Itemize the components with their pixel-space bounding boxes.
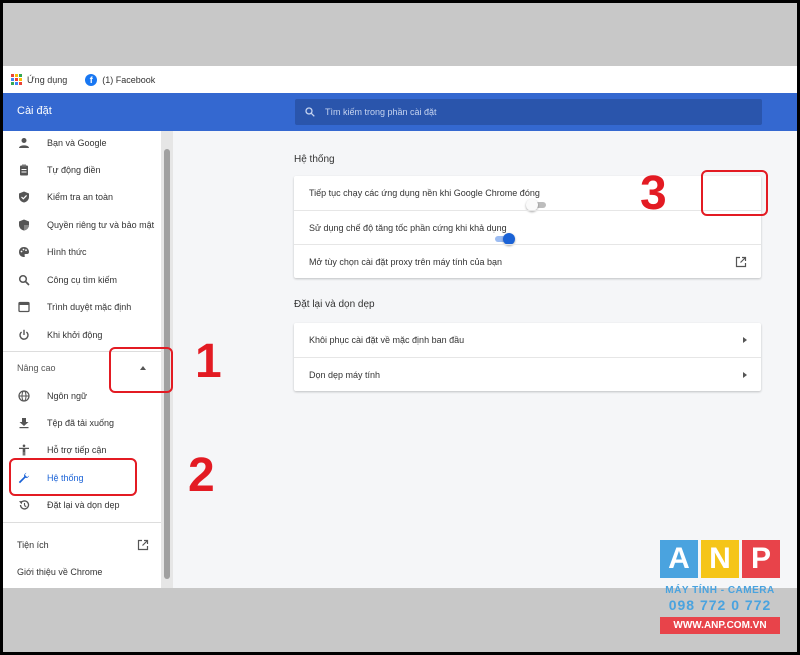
row-background-apps[interactable]: Tiếp tục chạy các ứng dụng nền khi Googl…	[294, 176, 761, 211]
apps-dot	[11, 74, 14, 77]
logo-website: WWW.ANP.COM.VN	[660, 617, 780, 634]
row-label: Tiếp tục chạy các ứng dụng nền khi Googl…	[309, 188, 540, 198]
bookmark-apps-label: Ứng dụng	[27, 74, 68, 85]
sidebar-item-label: Hỗ trợ tiếp cận	[47, 445, 107, 455]
sidebar-item-privacy[interactable]: Quyền riêng tư và bảo mật	[3, 212, 161, 238]
sidebar-item-label: Hình thức	[47, 247, 87, 257]
sidebar-item-default-browser[interactable]: Trình duyệt mặc định	[3, 294, 161, 320]
bookmark-facebook[interactable]: f (1) Facebook	[85, 73, 156, 86]
external-link-icon[interactable]	[735, 256, 747, 268]
row-cleanup-computer[interactable]: Dọn dẹp máy tính	[294, 357, 761, 391]
hardware-acceleration-toggle[interactable]	[493, 233, 515, 245]
sidebar-item-label: Tệp đã tải xuống	[47, 418, 115, 428]
external-link-icon	[137, 539, 149, 551]
page-title: Cài đặt	[17, 105, 52, 117]
sidebar-item-label: Khi khởi động	[47, 330, 103, 340]
sidebar-about-label: Giới thiệu về Chrome	[17, 567, 103, 577]
download-icon	[17, 416, 31, 430]
row-label: Dọn dẹp máy tính	[309, 369, 381, 380]
shield-check-icon	[17, 190, 31, 204]
row-restore-defaults[interactable]: Khôi phục cài đặt về mặc định ban đầu	[294, 323, 761, 357]
search-placeholder: Tìm kiếm trong phần cài đặt	[325, 107, 437, 117]
logo-letter-p: P	[742, 540, 780, 578]
apps-dot	[15, 78, 18, 81]
sidebar-advanced-label: Nâng cao	[17, 363, 56, 373]
sidebar-item-on-startup[interactable]: Khi khởi động	[3, 322, 161, 348]
shield-lock-icon	[17, 218, 31, 232]
sidebar-item-autofill[interactable]: Tự động điền	[3, 157, 161, 183]
apps-dot	[15, 82, 18, 85]
power-icon	[17, 328, 31, 342]
sidebar-item-label: Quyền riêng tư và bảo mật	[47, 220, 155, 230]
sidebar-item-extensions[interactable]: Tiện ích	[3, 532, 161, 558]
browser-icon	[17, 300, 31, 314]
annotation-box-2	[9, 458, 137, 496]
anp-logo: A N P	[660, 540, 780, 578]
system-section-title: Hệ thống	[294, 154, 335, 165]
search-icon	[305, 107, 315, 117]
clipboard-icon	[17, 163, 31, 177]
restore-icon	[17, 498, 31, 512]
apps-dot	[15, 74, 18, 77]
annotation-number-3: 3	[640, 167, 667, 220]
annotation-number-1: 1	[195, 335, 222, 388]
sidebar-item-label: Bạn và Google	[47, 138, 107, 148]
system-card: Tiếp tục chạy các ứng dụng nền khi Googl…	[294, 176, 761, 278]
apps-grid-icon	[11, 74, 22, 85]
apps-dot	[19, 82, 22, 85]
person-icon	[17, 136, 31, 150]
facebook-icon: f	[85, 73, 98, 86]
sidebar-item-appearance[interactable]: Hình thức	[3, 239, 161, 265]
reset-card: Khôi phục cài đặt về mặc định ban đầu Dọ…	[294, 323, 761, 391]
sidebar-item-label: Công cụ tìm kiếm	[47, 275, 118, 285]
accessibility-icon	[17, 443, 31, 457]
row-label: Mở tùy chọn cài đặt proxy trên máy tính …	[309, 256, 502, 267]
logo-letter-a: A	[660, 540, 698, 578]
bookmark-facebook-label: (1) Facebook	[102, 74, 156, 85]
row-label: Khôi phục cài đặt về mặc định ban đầu	[309, 335, 465, 345]
row-label: Sử dụng chế độ tăng tốc phần cứng khi kh…	[309, 222, 507, 233]
search-icon	[17, 273, 31, 287]
settings-search-input[interactable]: Tìm kiếm trong phần cài đặt	[295, 99, 762, 125]
row-proxy-settings[interactable]: Mở tùy chọn cài đặt proxy trên máy tính …	[294, 244, 761, 278]
sidebar-item-you-and-google[interactable]: Bạn và Google	[3, 130, 161, 156]
logo-letter-n: N	[701, 540, 739, 578]
apps-dot	[19, 74, 22, 77]
annotation-number-2: 2	[188, 449, 215, 502]
logo-tagline: MÁY TÍNH - CAMERA	[665, 585, 775, 596]
apps-dot	[19, 78, 22, 81]
sidebar-extensions-label: Tiện ích	[17, 540, 49, 550]
reset-section-title: Đặt lại và dọn dẹp	[294, 299, 375, 310]
chevron-right-icon	[743, 337, 747, 343]
apps-dot	[11, 82, 14, 85]
logo-phone: 098 772 0 772	[668, 597, 772, 613]
sidebar-item-label: Tự động điền	[47, 165, 101, 175]
bookmarks-bar: Ứng dụng f (1) Facebook	[3, 66, 797, 93]
apps-dot	[11, 78, 14, 81]
chevron-right-icon	[743, 371, 747, 378]
sidebar-item-search-engine[interactable]: Công cụ tìm kiếm	[3, 267, 161, 293]
annotation-box-3	[701, 170, 768, 216]
background-apps-toggle[interactable]	[525, 199, 548, 211]
globe-icon	[17, 389, 31, 403]
settings-header: Cài đặt Tìm kiếm trong phần cài đặt	[3, 93, 797, 131]
sidebar-item-label: Đặt lại và dọn dẹp	[47, 500, 120, 510]
palette-icon	[17, 245, 31, 259]
sidebar-item-safety-check[interactable]: Kiểm tra an toàn	[3, 184, 161, 210]
annotation-box-1	[109, 347, 173, 393]
sidebar-item-label: Kiểm tra an toàn	[47, 192, 114, 202]
sidebar-divider	[3, 522, 161, 523]
sidebar-item-downloads[interactable]: Tệp đã tải xuống	[3, 410, 161, 436]
sidebar-item-about-chrome[interactable]: Giới thiệu về Chrome	[3, 559, 161, 585]
bookmark-apps[interactable]: Ứng dụng	[11, 74, 67, 85]
sidebar-item-label: Ngôn ngữ	[47, 391, 88, 401]
sidebar-item-label: Trình duyệt mặc định	[47, 302, 132, 312]
row-hardware-acceleration[interactable]: Sử dụng chế độ tăng tốc phần cứng khi kh…	[294, 210, 761, 245]
